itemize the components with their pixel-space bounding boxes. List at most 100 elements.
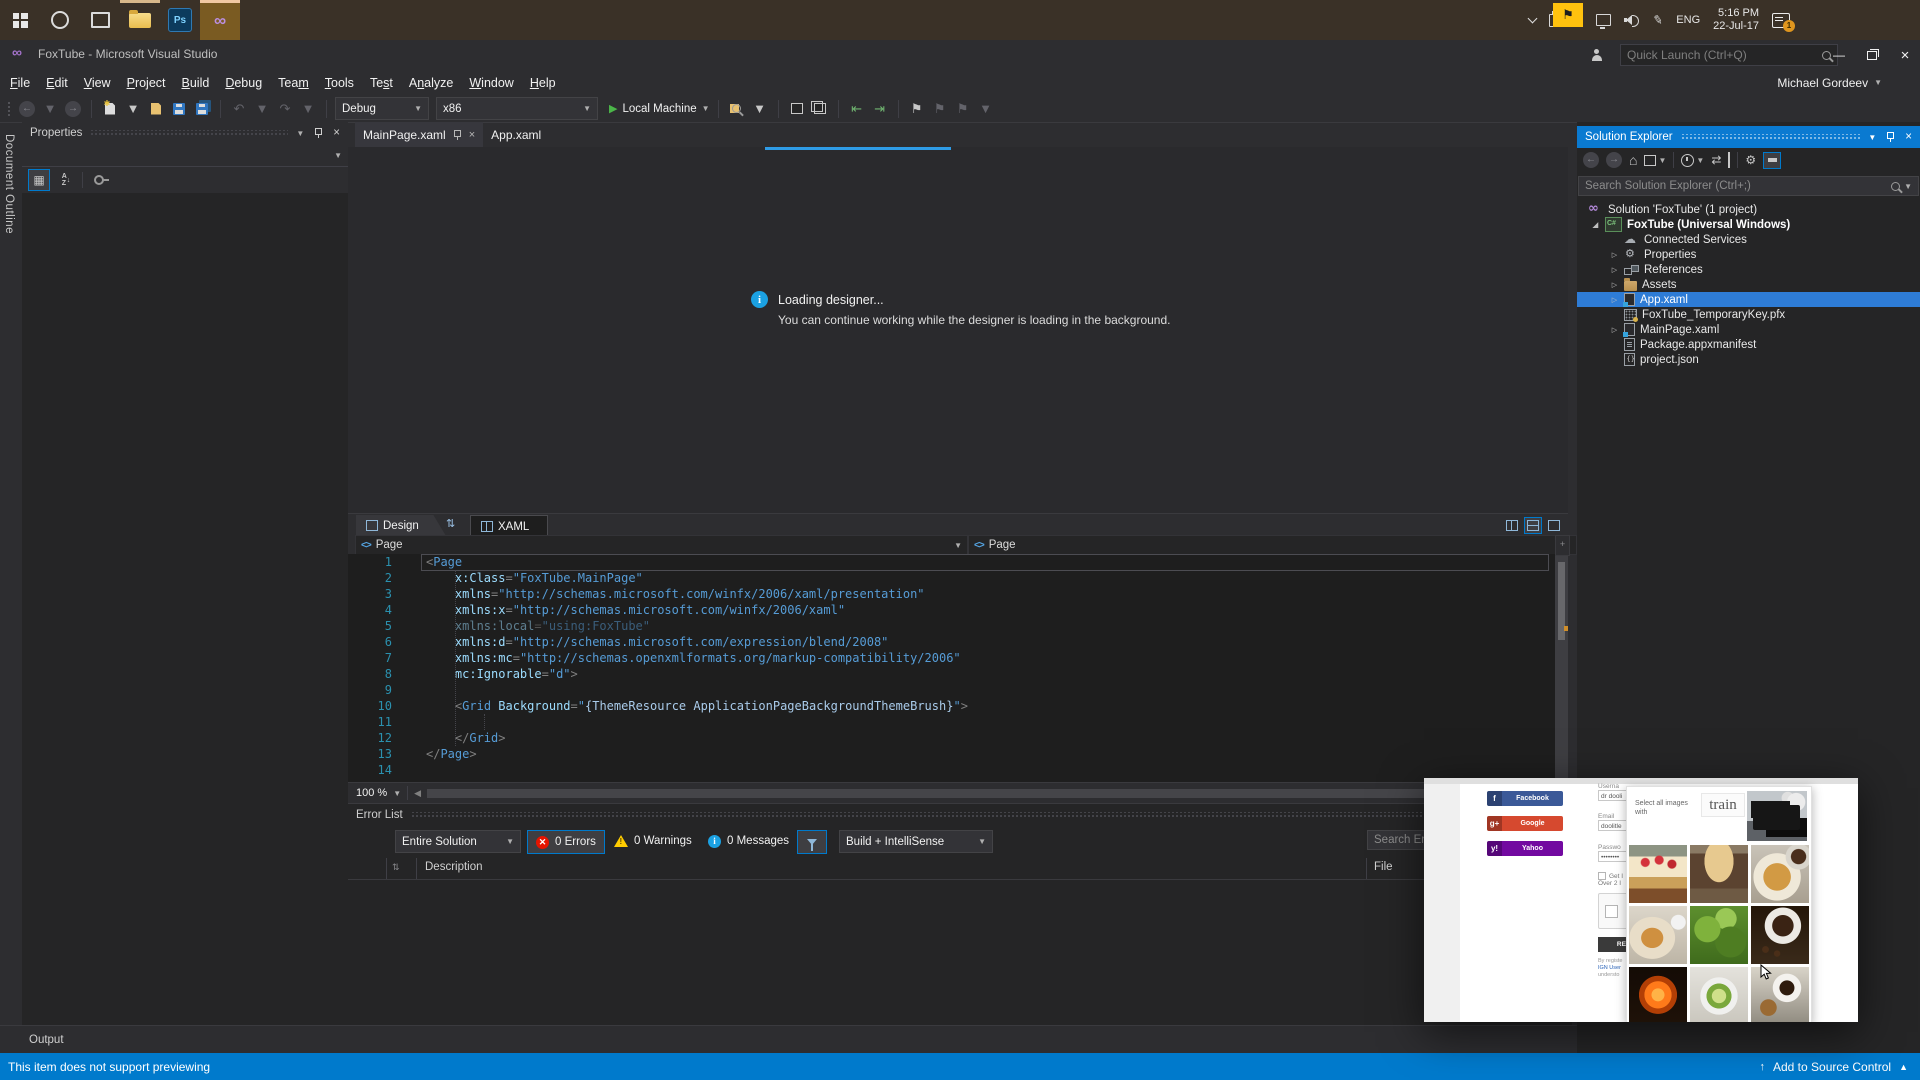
code-line[interactable]: mc:Ignorable="d">: [426, 666, 968, 682]
close-tab-icon[interactable]: ×: [469, 129, 475, 141]
close-icon[interactable]: ×: [1905, 131, 1912, 143]
code-line[interactable]: xmlns="http://schemas.microsoft.com/winf…: [426, 586, 968, 602]
undo-button[interactable]: ↶: [229, 98, 249, 120]
sync-with-active-document-button[interactable]: ⇄: [1711, 153, 1721, 167]
platform-dropdown[interactable]: x86 ▼: [436, 97, 598, 120]
volume-tray-icon[interactable]: [1624, 14, 1640, 27]
document-outline-tab[interactable]: Document Outline: [0, 126, 18, 243]
code-line[interactable]: </Page>: [426, 746, 968, 762]
properties-button[interactable]: ⚙: [1745, 153, 1756, 167]
minimize-button[interactable]: —: [1824, 40, 1854, 70]
severity-column-icon[interactable]: ⇅: [392, 862, 400, 873]
error-scope-dropdown[interactable]: Entire Solution ▼: [395, 830, 521, 853]
captcha-tile-green-salad[interactable]: [1690, 906, 1748, 964]
menu-view[interactable]: View: [76, 72, 119, 94]
restore-button[interactable]: [1857, 40, 1887, 70]
code-line[interactable]: x:Class="FoxTube.MainPage": [426, 570, 968, 586]
zoom-level[interactable]: 100 %: [356, 787, 387, 799]
scroll-left-button[interactable]: ◀: [414, 788, 421, 799]
editor-vertical-scrollbar[interactable]: [1555, 554, 1568, 782]
navbar-type-dropdown[interactable]: <> Page ▼: [355, 535, 968, 555]
comment-button[interactable]: [787, 98, 807, 120]
next-bookmark-button[interactable]: ⚑: [953, 98, 973, 120]
configuration-dropdown[interactable]: Debug ▼: [335, 97, 429, 120]
code-line[interactable]: [426, 682, 968, 698]
solution-explorer-title-bar[interactable]: Solution Explorer ▼ ×: [1577, 126, 1920, 148]
menu-build[interactable]: Build: [174, 72, 218, 94]
back-button[interactable]: ←: [1583, 152, 1599, 168]
collapsed-arrow-icon[interactable]: ▷: [1605, 251, 1624, 259]
alphabetical-sort-button[interactable]: A Z ↓: [56, 170, 76, 190]
build-intellisense-dropdown[interactable]: Build + IntelliSense ▼: [839, 830, 993, 853]
design-view-tab[interactable]: Design: [356, 515, 446, 536]
collapsed-arrow-icon[interactable]: ▷: [1605, 281, 1624, 289]
decrease-indent-button[interactable]: ⇤: [847, 98, 867, 120]
collapsed-arrow-icon[interactable]: ▷: [1605, 296, 1624, 304]
menu-window[interactable]: Window: [461, 72, 521, 94]
swap-panes-button[interactable]: ⇅: [446, 517, 455, 530]
code-line[interactable]: xmlns:x="http://schemas.microsoft.com/wi…: [426, 602, 968, 618]
uncomment-button[interactable]: [810, 98, 830, 120]
tab-app-xaml[interactable]: App.xaml: [483, 122, 549, 147]
error-list-title-bar[interactable]: Error List: [348, 804, 1572, 826]
collapse-pane-button[interactable]: [1546, 518, 1562, 533]
properties-title-bar[interactable]: Properties ▼ ×: [22, 122, 348, 144]
captcha-tile-pancakes-coffee[interactable]: [1751, 845, 1809, 903]
language-indicator[interactable]: ENG: [1676, 14, 1700, 26]
tree-item-foxtube-temporarykey-pfx[interactable]: FoxTube_TemporaryKey.pfx: [1577, 307, 1920, 322]
social-login-google[interactable]: g+ Google: [1487, 816, 1563, 831]
warnings-filter-button[interactable]: 0 Warnings: [606, 830, 700, 852]
xaml-view-tab[interactable]: XAML: [470, 515, 548, 537]
tree-item-assets[interactable]: ▷ Assets: [1577, 277, 1920, 292]
preview-selected-items-button[interactable]: [1763, 151, 1782, 169]
zoom-dropdown[interactable]: ▼: [393, 789, 401, 798]
toolbar-overflow-dropdown[interactable]: ▼: [976, 98, 996, 120]
social-login-yahoo[interactable]: y! Yahoo: [1487, 841, 1563, 856]
captcha-tile-dessert-cup[interactable]: [1690, 845, 1748, 903]
tree-item-app-xaml[interactable]: ▷ App.xaml: [1577, 292, 1920, 307]
task-view-button[interactable]: [80, 0, 120, 40]
social-login-facebook[interactable]: f Facebook: [1487, 791, 1563, 806]
output-panel-bar[interactable]: Output: [0, 1025, 1577, 1053]
home-button[interactable]: ⌂: [1629, 152, 1637, 168]
menu-team[interactable]: Team: [270, 72, 317, 94]
tree-item-foxtube-universal-windows-[interactable]: ◢ FoxTube (Universal Windows): [1577, 217, 1920, 232]
filter-button[interactable]: [797, 830, 827, 854]
xaml-code-editor[interactable]: 1 2 3 4 5 6 7 8 9 10 11 12 13 14 <Page x:Class="FoxTu…: [348, 554, 1568, 782]
save-button[interactable]: [169, 98, 189, 120]
show-hidden-icons-chevron[interactable]: [1527, 13, 1538, 24]
pin-tab-icon[interactable]: [453, 129, 462, 140]
save-all-button[interactable]: [192, 98, 212, 120]
start-button[interactable]: [0, 0, 40, 40]
user-account-menu[interactable]: Michael Gordeev ▼: [1777, 70, 1882, 95]
window-position-dropdown[interactable]: ▼: [296, 129, 304, 138]
find-in-files-button[interactable]: [727, 98, 747, 120]
errors-filter-button[interactable]: ✕ 0 Errors: [527, 830, 605, 854]
switch-views-button[interactable]: ▼: [1644, 152, 1666, 166]
toggle-bookmark-button[interactable]: ⚑: [907, 98, 927, 120]
editor-horizontal-scrollbar[interactable]: [427, 788, 1560, 798]
network-tray-icon[interactable]: [1596, 14, 1612, 29]
clock[interactable]: 5:16 PM 22-Jul-17: [1713, 7, 1759, 33]
horizontal-split-button[interactable]: [1524, 517, 1542, 534]
increase-indent-button[interactable]: ⇥: [870, 98, 890, 120]
code-line[interactable]: [426, 762, 968, 778]
code-line[interactable]: </Grid>: [426, 730, 968, 746]
code-line[interactable]: xmlns:d="http://schemas.microsoft.com/ex…: [426, 634, 968, 650]
pending-changes-filter-button[interactable]: ▼: [1681, 153, 1704, 167]
start-debugging-button[interactable]: ▶ Local Machine ▼: [609, 98, 710, 120]
collapse-all-button[interactable]: [1728, 152, 1731, 168]
code-line[interactable]: [426, 714, 968, 730]
pen-tray-icon[interactable]: ✎: [1652, 12, 1664, 28]
window-position-dropdown[interactable]: ▼: [1868, 133, 1876, 142]
recaptcha-checkbox[interactable]: [1605, 905, 1618, 918]
tree-item-connected-services[interactable]: Connected Services: [1577, 232, 1920, 247]
tree-item-project-json[interactable]: project.json: [1577, 352, 1920, 367]
menu-file[interactable]: File: [2, 72, 38, 94]
tree-item-solution-foxtube-1-project-[interactable]: Solution 'FoxTube' (1 project): [1577, 202, 1920, 217]
cortana-button[interactable]: [40, 0, 80, 40]
previous-bookmark-button[interactable]: ⚑: [930, 98, 950, 120]
captcha-tile-strawberry-cake[interactable]: [1629, 845, 1687, 903]
new-file-button[interactable]: ✱: [100, 98, 120, 120]
tree-item-references[interactable]: ▷ References: [1577, 262, 1920, 277]
